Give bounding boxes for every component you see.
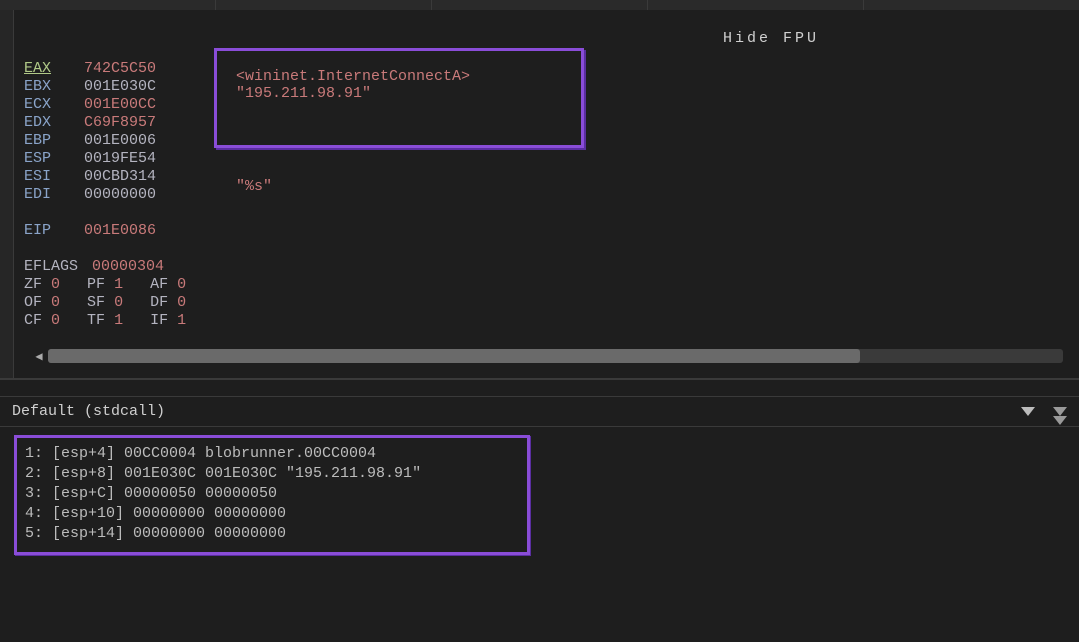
flag-value: 0 [51, 276, 60, 294]
register-row[interactable]: EAX742C5C50 [24, 60, 1069, 78]
flag-value: 0 [114, 294, 123, 312]
flag-value: 0 [177, 294, 186, 312]
register-name: EAX [24, 60, 84, 78]
highlight-box-stack: 1: [esp+4] 00CC0004 blobrunner.00CC00042… [14, 435, 530, 555]
tab[interactable] [864, 0, 1079, 10]
gutter [0, 10, 14, 378]
register-name: EDX [24, 114, 84, 132]
flag-value: 1 [114, 312, 123, 330]
panel-spacer [0, 379, 1079, 397]
eax-symbol: <wininet.InternetConnectA> [236, 68, 470, 85]
register-row[interactable]: ECX001E00CC [24, 96, 1069, 114]
register-value: 0019FE54 [84, 150, 156, 168]
flag-value: 0 [51, 294, 60, 312]
scroll-thumb[interactable] [48, 349, 860, 363]
dropdown-icon[interactable] [1021, 407, 1035, 416]
flag-name: ZF [24, 276, 51, 294]
eflags-label: EFLAGS [24, 258, 78, 276]
registers-panel: Hide FPU <wininet.InternetConnectA> "195… [0, 10, 1079, 379]
stack-argument-line[interactable]: 2: [esp+8] 001E030C 001E030C "195.211.98… [25, 464, 519, 484]
stack-arguments-panel: 1: [esp+4] 00CC0004 blobrunner.00CC00042… [0, 427, 1079, 642]
tab[interactable] [0, 0, 216, 10]
register-value-eip: 001E0086 [84, 222, 156, 240]
scroll-track[interactable] [48, 349, 1063, 363]
register-name: ESP [24, 150, 84, 168]
flag-name: TF [87, 312, 114, 330]
flag-row: OF 0 SF 0 DF 0 [24, 294, 1069, 312]
scroll-left-icon[interactable]: ◀ [30, 349, 48, 364]
hide-fpu-button[interactable]: Hide FPU [723, 30, 819, 47]
register-value: 001E0006 [84, 132, 156, 150]
register-name: EBX [24, 78, 84, 96]
register-row[interactable]: EBP001E0006 [24, 132, 1069, 150]
register-row[interactable]: ESI00CBD314 [24, 168, 1069, 186]
register-value: 742C5C50 [84, 60, 156, 78]
tab[interactable] [648, 0, 864, 10]
register-eip[interactable]: EIP 001E0086 [24, 222, 1069, 240]
stack-argument-line[interactable]: 5: [esp+14] 00000000 00000000 [25, 524, 519, 544]
register-name: EDI [24, 186, 84, 204]
flag-name: AF [150, 276, 177, 294]
flag-name: CF [24, 312, 51, 330]
flags-grid: ZF 0 PF 1 AF 0 OF 0 SF 0 DF 0 CF 0 TF 1 … [24, 276, 1069, 330]
flag-value: 1 [177, 312, 186, 330]
register-name: EBP [24, 132, 84, 150]
register-value: 00CBD314 [84, 168, 156, 186]
flag-name: DF [150, 294, 177, 312]
flag-name: OF [24, 294, 51, 312]
register-row[interactable]: EDI00000000 [24, 186, 1069, 204]
eflags-row[interactable]: EFLAGS 00000304 [24, 258, 1069, 276]
register-row[interactable]: EDXC69F8957 [24, 114, 1069, 132]
flag-value: 0 [177, 276, 186, 294]
flag-name: PF [87, 276, 114, 294]
eax-string: "195.211.98.91" [236, 85, 371, 102]
register-row[interactable]: EBX001E030C [24, 78, 1069, 96]
eflags-value: 00000304 [92, 258, 164, 276]
calling-convention-label[interactable]: Default (stdcall) [12, 403, 165, 420]
flag-value: 0 [51, 312, 60, 330]
flag-row: CF 0 TF 1 IF 1 [24, 312, 1069, 330]
register-value: 001E030C [84, 78, 156, 96]
register-row[interactable]: ESP0019FE54 [24, 150, 1069, 168]
register-name: ECX [24, 96, 84, 114]
tab-strip [0, 0, 1079, 10]
register-name: ESI [24, 168, 84, 186]
stack-argument-line[interactable]: 4: [esp+10] 00000000 00000000 [25, 504, 519, 524]
register-value: 00000000 [84, 186, 156, 204]
esi-annotation: "%s" [236, 178, 272, 195]
tab[interactable] [216, 0, 432, 10]
register-name-eip: EIP [24, 222, 84, 240]
horizontal-scrollbar[interactable]: ◀ [24, 344, 1069, 368]
flag-name: IF [150, 312, 177, 330]
tab[interactable] [432, 0, 648, 10]
stack-argument-line[interactable]: 3: [esp+C] 00000050 00000050 [25, 484, 519, 504]
register-value: C69F8957 [84, 114, 156, 132]
flag-row: ZF 0 PF 1 AF 0 [24, 276, 1069, 294]
menu-icon[interactable] [1053, 407, 1067, 416]
register-value: 001E00CC [84, 96, 156, 114]
calling-convention-header: Default (stdcall) [0, 397, 1079, 427]
flag-name: SF [87, 294, 114, 312]
flag-value: 1 [114, 276, 123, 294]
stack-argument-line[interactable]: 1: [esp+4] 00CC0004 blobrunner.00CC0004 [25, 444, 519, 464]
eax-annotation: <wininet.InternetConnectA> "195.211.98.9… [236, 68, 470, 102]
